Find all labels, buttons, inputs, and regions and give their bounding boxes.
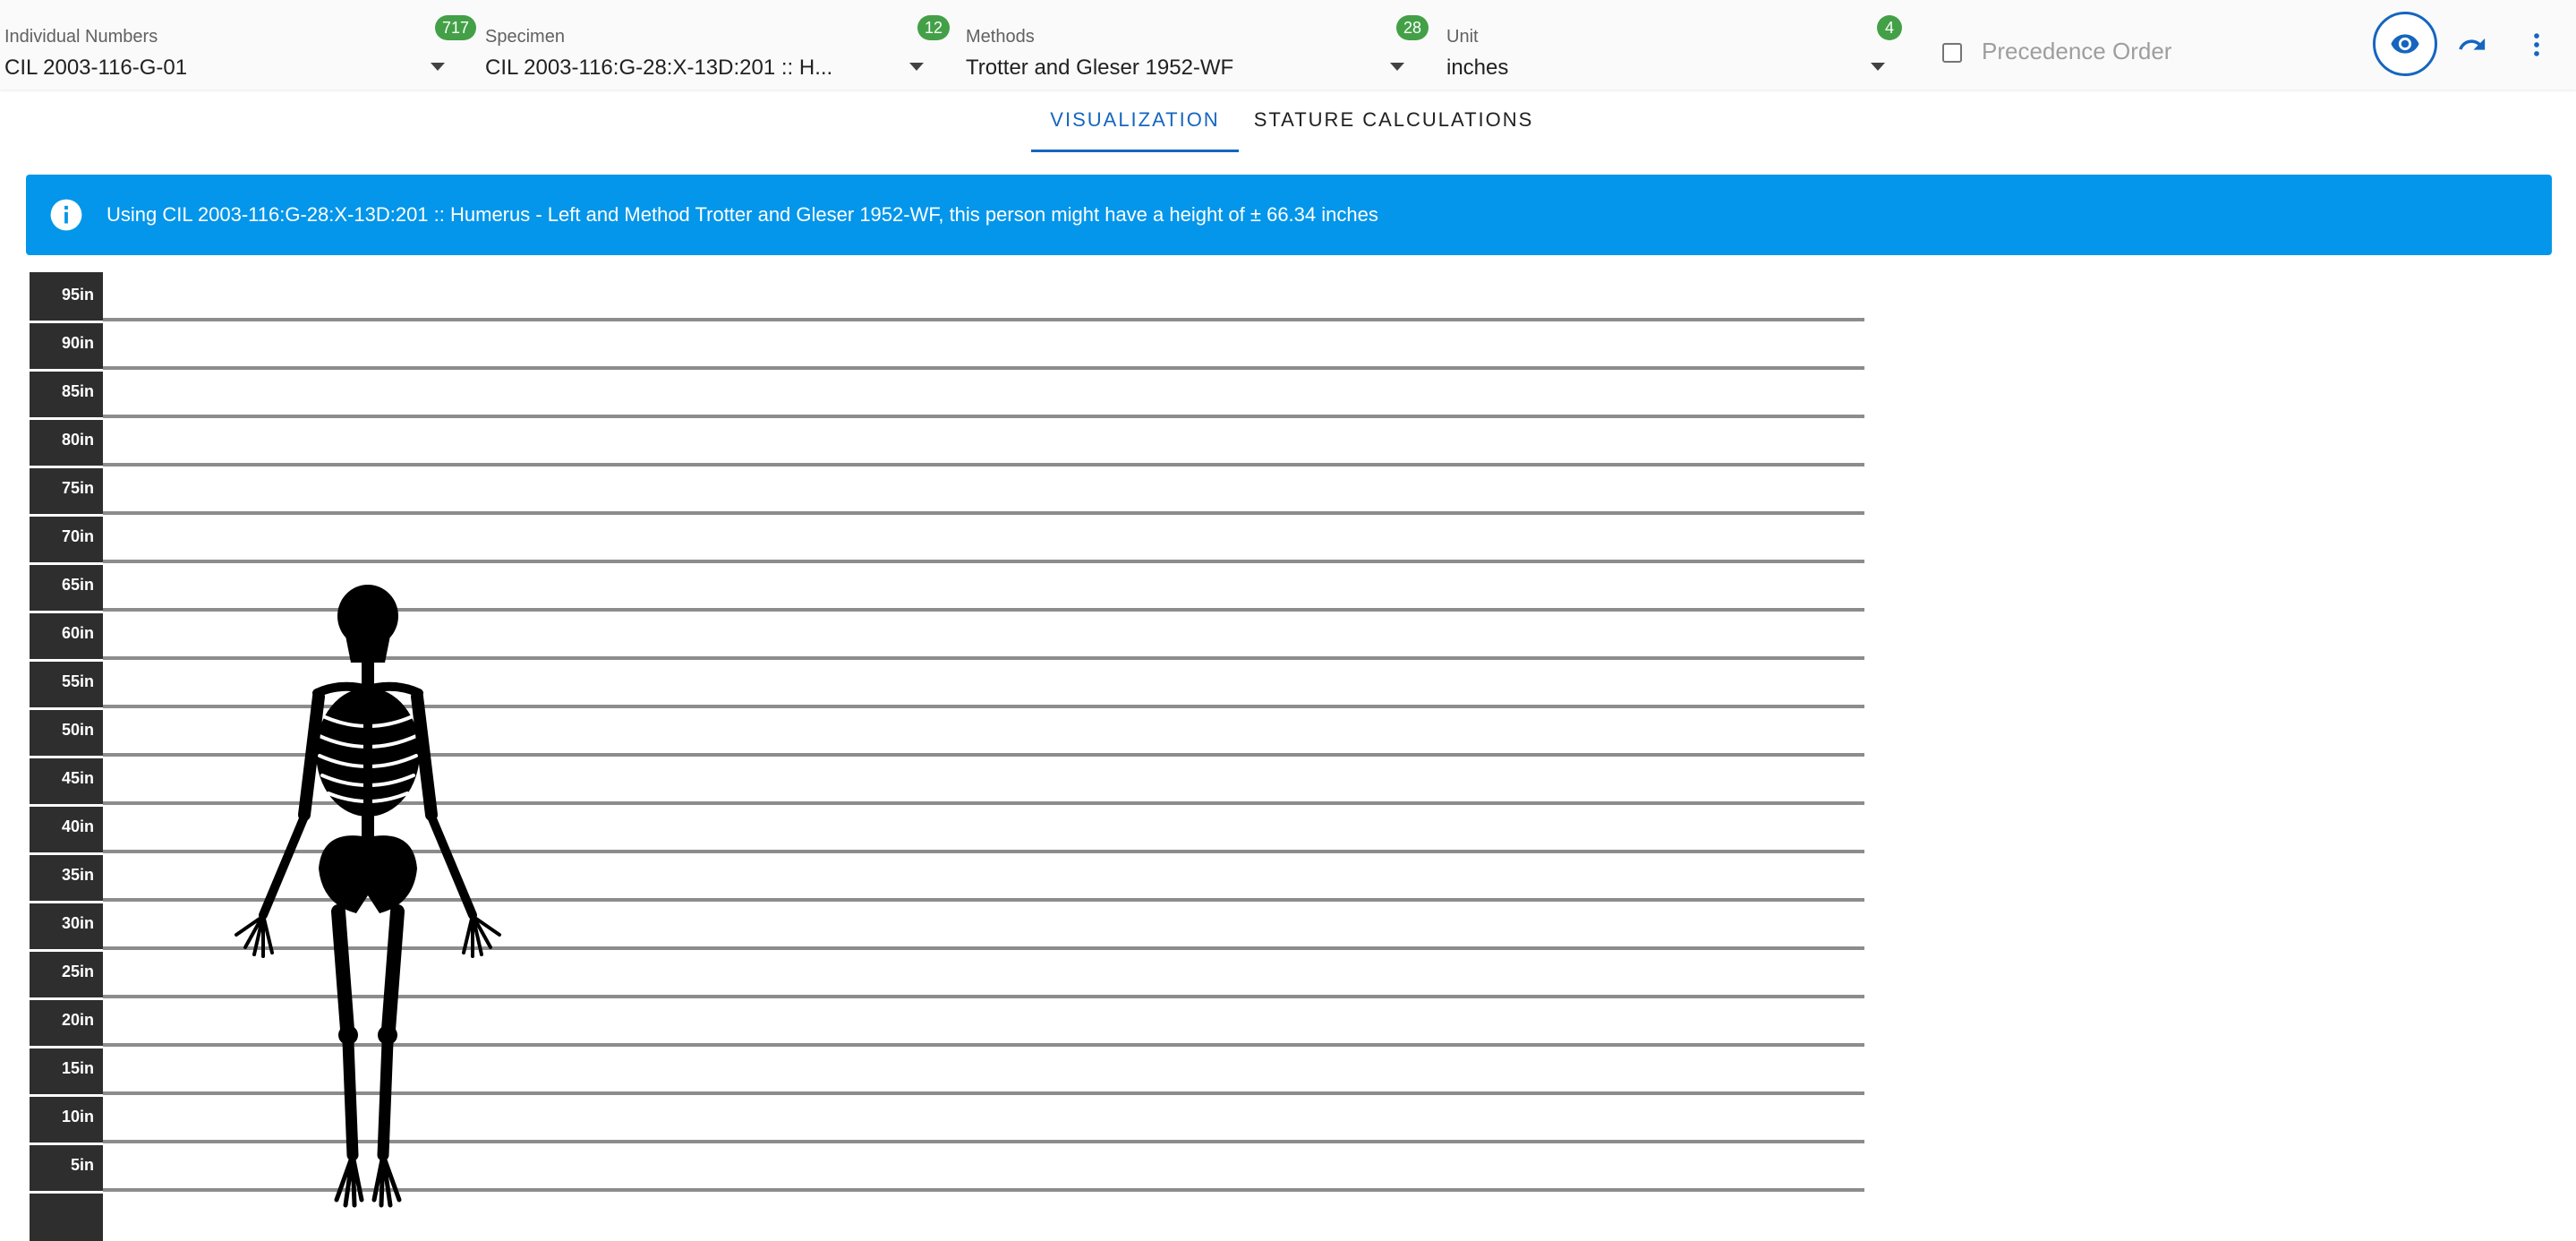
height-gridline [103, 366, 1864, 370]
ruler-separator [30, 901, 103, 903]
individual-numbers-label: Individual Numbers [4, 27, 158, 47]
ruler-separator [30, 369, 103, 372]
ruler-separator [30, 1046, 103, 1048]
chevron-down-icon[interactable] [909, 63, 924, 71]
specimen-select[interactable]: Specimen CIL 2003-116:G-28:X-13D:201 :: … [485, 0, 951, 90]
more-options-button[interactable] [2515, 23, 2558, 66]
undo-icon [2459, 38, 2486, 50]
tick-label-85: 85in [61, 382, 94, 400]
info-icon [50, 199, 82, 231]
skeleton-figure [235, 585, 501, 1208]
methods-count-badge: 28 [1396, 15, 1429, 40]
tick-label-50: 50in [61, 721, 94, 739]
height-gridline [103, 318, 1864, 321]
stature-info-alert: Using CIL 2003-116:G-28:X-13D:201 :: Hum… [26, 175, 2552, 255]
ruler-separator [30, 514, 103, 517]
ruler-separator [30, 417, 103, 420]
chevron-down-icon[interactable] [1390, 63, 1404, 71]
ruler-separator [30, 562, 103, 565]
chevron-down-icon[interactable] [1871, 63, 1885, 71]
ruler-separator [30, 466, 103, 468]
specimen-count-badge: 12 [917, 15, 951, 40]
ruler-separator [30, 1191, 103, 1194]
height-gridline [103, 511, 1864, 515]
height-gridline [103, 463, 1864, 466]
tick-label-40: 40in [61, 817, 94, 835]
tick-label-70: 70in [61, 527, 94, 545]
ruler-separator [30, 707, 103, 710]
tick-label-35: 35in [61, 866, 94, 884]
tab-visualization[interactable]: VISUALIZATION [1031, 95, 1239, 152]
precedence-order-checkbox[interactable] [1942, 43, 1962, 63]
tick-label-95: 95in [61, 286, 94, 304]
tick-label-45: 45in [61, 769, 94, 787]
tab-stature-calculations[interactable]: STATURE CALCULATIONS [1246, 95, 1541, 152]
more-vert-icon [2534, 33, 2539, 56]
ruler-separator [30, 756, 103, 758]
ruler-separator [30, 321, 103, 323]
specimen-label: Specimen [485, 27, 565, 47]
ruler-separator [30, 949, 103, 952]
tick-label-15: 15in [61, 1059, 94, 1077]
height-gridline [103, 560, 1864, 563]
tick-label-75: 75in [61, 479, 94, 497]
filter-toolbar: Individual Numbers CIL 2003-116-G-01 717… [0, 0, 2576, 90]
unit-count-badge: 4 [1877, 15, 1902, 40]
eye-icon [2391, 34, 2419, 54]
tick-label-55: 55in [61, 672, 94, 690]
ruler-separator [30, 852, 103, 855]
ruler-separator [30, 804, 103, 807]
undo-button[interactable] [2451, 23, 2494, 66]
height-gridline [103, 415, 1864, 418]
individual-numbers-value: CIL 2003-116-G-01 [4, 56, 188, 80]
tick-label-5: 5in [70, 1156, 94, 1174]
tick-label-90: 90in [61, 334, 94, 352]
individual-numbers-count-badge: 717 [435, 15, 477, 40]
visibility-button[interactable] [2373, 12, 2437, 76]
tick-label-20: 20in [61, 1011, 94, 1029]
tick-label-80: 80in [61, 431, 94, 449]
specimen-value: CIL 2003-116:G-28:X-13D:201 :: H... [485, 56, 833, 80]
ruler-separator [30, 1143, 103, 1145]
ruler-separator [30, 659, 103, 662]
tick-label-65: 65in [61, 576, 94, 594]
methods-value: Trotter and Gleser 1952-WF [966, 56, 1234, 80]
ruler-separator [30, 611, 103, 613]
precedence-order-label: Precedence Order [1982, 38, 2172, 64]
tick-label-25: 25in [61, 963, 94, 980]
methods-select[interactable]: Methods Trotter and Gleser 1952-WF 28 [966, 0, 1429, 90]
unit-select[interactable]: Unit inches 4 [1446, 0, 1902, 90]
individual-numbers-select[interactable]: Individual Numbers CIL 2003-116-G-01 717 [4, 0, 477, 90]
tick-label-30: 30in [61, 914, 94, 932]
unit-label: Unit [1446, 27, 1479, 47]
chevron-down-icon[interactable] [431, 63, 445, 71]
tick-label-10: 10in [61, 1108, 94, 1125]
methods-label: Methods [966, 27, 1035, 47]
alert-message: Using CIL 2003-116:G-28:X-13D:201 :: Hum… [107, 203, 1378, 226]
ruler-separator [30, 997, 103, 1000]
ruler-separator [30, 1094, 103, 1097]
unit-value: inches [1446, 56, 1509, 80]
tick-label-60: 60in [61, 624, 94, 642]
